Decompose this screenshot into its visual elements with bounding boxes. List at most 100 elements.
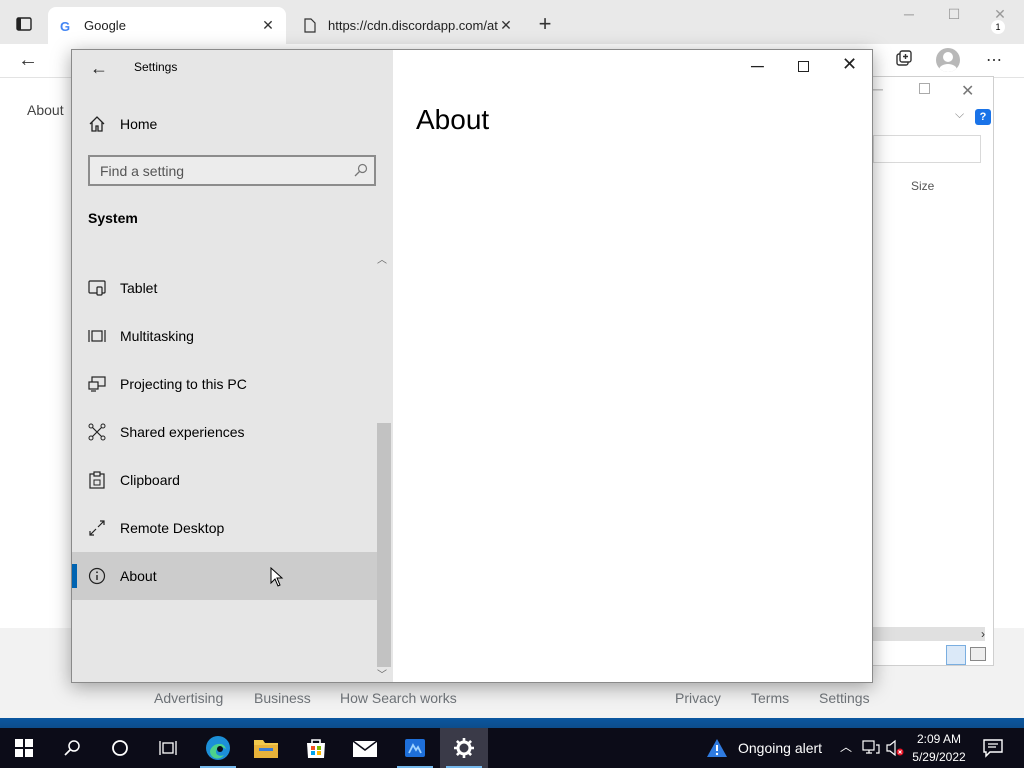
footer-link-privacy[interactable]: Privacy bbox=[675, 690, 721, 706]
footer-link-advertising[interactable]: Advertising bbox=[154, 690, 223, 706]
tab-google[interactable]: G Google ✕ bbox=[48, 7, 286, 44]
notification-count-badge: 1 bbox=[991, 20, 1005, 34]
tab-actions-button[interactable] bbox=[10, 12, 38, 36]
search-placeholder: Find a setting bbox=[100, 163, 185, 179]
selection-indicator bbox=[72, 564, 77, 588]
taskbar-store[interactable] bbox=[292, 728, 340, 768]
large-icons-view-button[interactable] bbox=[970, 647, 986, 661]
new-tab-button[interactable]: + bbox=[533, 13, 557, 37]
nav-item-about[interactable]: About bbox=[72, 552, 377, 600]
find-setting-input[interactable]: Find a setting bbox=[88, 155, 376, 186]
gear-icon bbox=[454, 738, 474, 758]
mail-icon bbox=[352, 740, 378, 757]
task-view-icon bbox=[159, 741, 177, 755]
nav-item-projecting[interactable]: Projecting to this PC bbox=[72, 360, 377, 408]
settings-nav-pane: ← Settings Home Find a setting System ︿ … bbox=[72, 50, 393, 682]
nav-item-multitasking[interactable]: Multitasking bbox=[72, 312, 377, 360]
action-center-icon[interactable] bbox=[982, 738, 1004, 758]
tab-actions-icon bbox=[16, 17, 32, 31]
nav-section-heading: System bbox=[88, 210, 138, 226]
dialog-search-input[interactable] bbox=[873, 135, 981, 163]
dialog-close-button[interactable]: ✕ bbox=[961, 81, 974, 101]
warning-icon bbox=[707, 739, 727, 757]
taskbar-edge[interactable] bbox=[194, 728, 242, 768]
details-view-button[interactable] bbox=[946, 645, 966, 665]
clock-time: 2:09 AM bbox=[916, 732, 962, 746]
edge-icon bbox=[206, 736, 230, 760]
scroll-up-icon[interactable]: ︿ bbox=[377, 251, 387, 266]
nav-scrollbar-thumb[interactable] bbox=[377, 423, 391, 667]
size-column-header[interactable]: Size bbox=[911, 179, 934, 193]
multitasking-icon bbox=[88, 330, 106, 342]
collections-icon[interactable] bbox=[894, 49, 914, 69]
ongoing-alert[interactable]: Ongoing alert bbox=[706, 738, 822, 758]
minimize-button[interactable]: ─ bbox=[751, 56, 767, 76]
taskbar-network-tool[interactable] bbox=[391, 728, 439, 768]
footer-link-settings[interactable]: Settings bbox=[819, 690, 870, 706]
remote-desktop-icon bbox=[89, 520, 105, 536]
browser-minimize-button[interactable]: ─ bbox=[898, 6, 920, 26]
google-about-link[interactable]: About bbox=[27, 102, 64, 118]
nav-item-clipboard[interactable]: Clipboard bbox=[72, 456, 377, 504]
network-tool-icon bbox=[405, 739, 425, 757]
browser-maximize-button[interactable]: ☐ bbox=[943, 6, 965, 26]
back-arrow-icon[interactable]: ← bbox=[90, 58, 108, 79]
cortana-icon bbox=[112, 740, 128, 756]
search-icon bbox=[354, 163, 368, 177]
footer-link-terms[interactable]: Terms bbox=[751, 690, 789, 706]
start-button[interactable] bbox=[0, 728, 48, 768]
browser-back-button[interactable]: ← bbox=[18, 49, 38, 72]
taskbar-settings[interactable] bbox=[440, 728, 488, 768]
network-icon[interactable] bbox=[862, 740, 880, 756]
close-button[interactable]: ✕ bbox=[842, 54, 857, 75]
nav-item-label: Shared experiences bbox=[120, 424, 245, 440]
taskbar-mail[interactable] bbox=[341, 728, 389, 768]
profile-avatar[interactable] bbox=[936, 48, 960, 72]
volume-muted-icon[interactable] bbox=[886, 739, 904, 757]
file-dialog-window: ─ ✕ ⌵ ? Size › bbox=[860, 76, 994, 666]
help-icon[interactable]: ? bbox=[975, 109, 991, 125]
scroll-right-icon[interactable]: › bbox=[981, 627, 985, 641]
info-icon bbox=[88, 567, 106, 585]
scroll-down-icon[interactable]: ﹀ bbox=[377, 666, 387, 681]
taskbar-search-button[interactable] bbox=[48, 728, 96, 768]
cortana-button[interactable] bbox=[96, 728, 144, 768]
alert-text: Ongoing alert bbox=[738, 740, 823, 756]
dialog-maximize-button[interactable] bbox=[919, 83, 930, 94]
nav-item-tablet[interactable]: Tablet bbox=[72, 264, 377, 312]
clock-date: 5/29/2022 bbox=[912, 750, 966, 764]
nav-item-remote-desktop[interactable]: Remote Desktop bbox=[72, 504, 377, 552]
nav-item-label: Clipboard bbox=[120, 472, 180, 488]
settings-content-pane: ─ ✕ About bbox=[393, 50, 872, 682]
tablet-icon bbox=[88, 280, 106, 296]
nav-home-label: Home bbox=[120, 116, 158, 132]
chevron-down-icon[interactable]: ⌵ bbox=[955, 107, 964, 122]
horizontal-scrollbar[interactable] bbox=[873, 627, 985, 641]
tab-discord-attachment[interactable]: https://cdn.discordapp.com/attachments ✕ bbox=[292, 7, 524, 44]
desktop-wallpaper-strip bbox=[0, 718, 1024, 728]
tab-close-icon[interactable]: ✕ bbox=[498, 17, 514, 34]
task-view-button[interactable] bbox=[144, 728, 192, 768]
dialog-minimize-button[interactable]: ─ bbox=[873, 81, 883, 97]
taskbar-clock[interactable]: 2:09 AM 5/29/2022 bbox=[908, 730, 970, 766]
footer-link-how-search-works[interactable]: How Search works bbox=[340, 690, 457, 706]
mouse-cursor-icon bbox=[270, 567, 284, 587]
folder-icon bbox=[254, 740, 278, 758]
browser-menu-icon[interactable]: ⋯ bbox=[986, 50, 1002, 70]
window-title: Settings bbox=[134, 60, 178, 74]
store-icon bbox=[307, 739, 325, 758]
tab-title: https://cdn.discordapp.com/attachments bbox=[328, 18, 498, 33]
projecting-icon bbox=[88, 376, 106, 392]
tab-close-icon[interactable]: ✕ bbox=[260, 17, 276, 34]
maximize-button[interactable] bbox=[798, 61, 809, 72]
nav-item-label: Tablet bbox=[120, 280, 158, 296]
settings-window: ← Settings Home Find a setting System ︿ … bbox=[71, 49, 873, 683]
taskbar-file-explorer[interactable] bbox=[242, 728, 290, 768]
windows-logo-icon bbox=[15, 739, 33, 757]
nav-home[interactable]: Home bbox=[72, 100, 393, 148]
nav-item-shared-experiences[interactable]: Shared experiences bbox=[72, 408, 377, 456]
svg-text:G: G bbox=[60, 19, 70, 33]
footer-link-business[interactable]: Business bbox=[254, 690, 311, 706]
show-hidden-icons-chevron-icon[interactable]: ︿ bbox=[840, 738, 852, 755]
tab-strip: G Google ✕ https://cdn.discordapp.com/at… bbox=[0, 0, 1024, 44]
